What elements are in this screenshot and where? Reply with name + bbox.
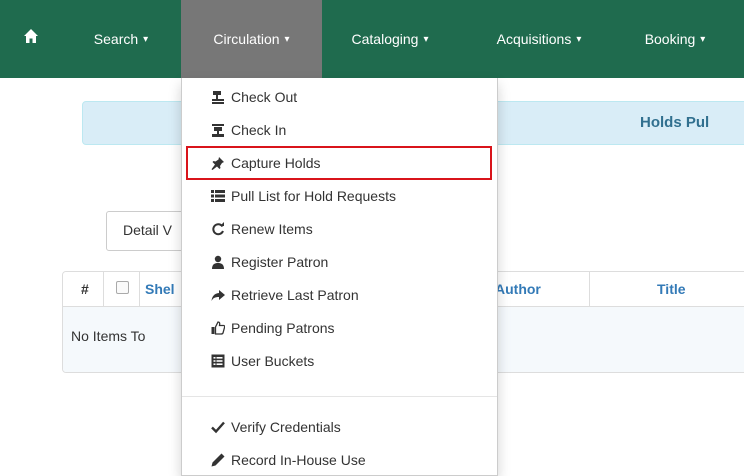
- column-divider: [589, 272, 590, 306]
- capture-holds-highlight-box: [186, 146, 492, 180]
- list-icon: [210, 188, 226, 204]
- menu-item-user-buckets[interactable]: User Buckets: [182, 346, 497, 376]
- select-all-checkbox[interactable]: [116, 281, 129, 294]
- checkmark-icon: [210, 419, 226, 435]
- menu-item-label: Retrieve Last Patron: [231, 287, 359, 303]
- nav-circulation-label: Circulation: [213, 31, 280, 47]
- column-divider: [139, 272, 140, 306]
- check-in-icon: [210, 122, 226, 138]
- menu-item-label: Check In: [231, 122, 287, 138]
- menu-item-label: Check Out: [231, 89, 298, 105]
- column-header-shelf[interactable]: Shel: [145, 281, 175, 297]
- menu-item-register-patron[interactable]: Register Patron: [182, 247, 497, 277]
- nav-booking-label: Booking: [644, 31, 696, 47]
- menu-divider: [182, 396, 497, 397]
- menu-item-check-out[interactable]: Check Out: [182, 82, 497, 112]
- chevron-down-icon: ▾: [423, 33, 429, 45]
- menu-item-retrieve-last-patron[interactable]: Retrieve Last Patron: [182, 280, 497, 310]
- menu-item-label: Pull List for Hold Requests: [231, 188, 396, 204]
- nav-circulation-menu[interactable]: Circulation ▾: [181, 0, 322, 78]
- nav-search-label: Search: [93, 31, 139, 47]
- menu-item-check-in[interactable]: Check In: [182, 115, 497, 145]
- menu-item-label: Record In-House Use: [231, 452, 366, 468]
- nav-cataloging-menu[interactable]: Cataloging ▾: [330, 0, 450, 78]
- home-icon[interactable]: [22, 27, 40, 45]
- column-header-author[interactable]: Author: [495, 281, 541, 297]
- chevron-down-icon: ▾: [576, 33, 582, 45]
- menu-item-record-in-house-use[interactable]: Record In-House Use: [182, 445, 497, 475]
- chevron-down-icon: ▾: [700, 33, 706, 45]
- pencil-icon: [210, 452, 226, 468]
- nav-acquisitions-label: Acquisitions: [496, 31, 572, 47]
- menu-item-label: Pending Patrons: [231, 320, 335, 336]
- column-header-title[interactable]: Title: [657, 281, 686, 297]
- check-out-icon: [210, 89, 226, 105]
- column-divider: [103, 272, 104, 306]
- top-navbar: Search ▾ Circulation ▾ Cataloging ▾ Acquisi…: [0, 0, 744, 78]
- menu-item-renew-items[interactable]: Renew Items: [182, 214, 497, 244]
- column-header-number: #: [81, 281, 89, 297]
- list-alt-icon: [210, 353, 226, 369]
- share-arrow-icon: [210, 287, 226, 303]
- page-title: Holds Pul: [640, 114, 710, 131]
- thumbs-up-icon: [210, 320, 226, 336]
- circulation-dropdown-menu: Check Out Check In Capture Holds Pull Li…: [181, 78, 498, 476]
- nav-cataloging-label: Cataloging: [351, 31, 419, 47]
- chevron-down-icon: ▾: [284, 33, 290, 45]
- user-icon: [210, 254, 226, 270]
- menu-item-verify-credentials[interactable]: Verify Credentials: [182, 412, 497, 442]
- menu-item-pending-patrons[interactable]: Pending Patrons: [182, 313, 497, 343]
- refresh-icon: [210, 221, 226, 237]
- menu-item-label: Register Patron: [231, 254, 329, 270]
- menu-item-label: Verify Credentials: [231, 419, 341, 435]
- chevron-down-icon: ▾: [143, 33, 149, 45]
- nav-search-menu[interactable]: Search ▾: [70, 0, 172, 78]
- menu-item-label: User Buckets: [231, 353, 315, 369]
- nav-acquisitions-menu[interactable]: Acquisitions ▾: [473, 0, 605, 78]
- menu-item-pull-list[interactable]: Pull List for Hold Requests: [182, 181, 497, 211]
- empty-grid-message: No Items To: [71, 328, 146, 344]
- nav-booking-menu[interactable]: Booking ▾: [625, 0, 725, 78]
- menu-item-label: Renew Items: [231, 221, 313, 237]
